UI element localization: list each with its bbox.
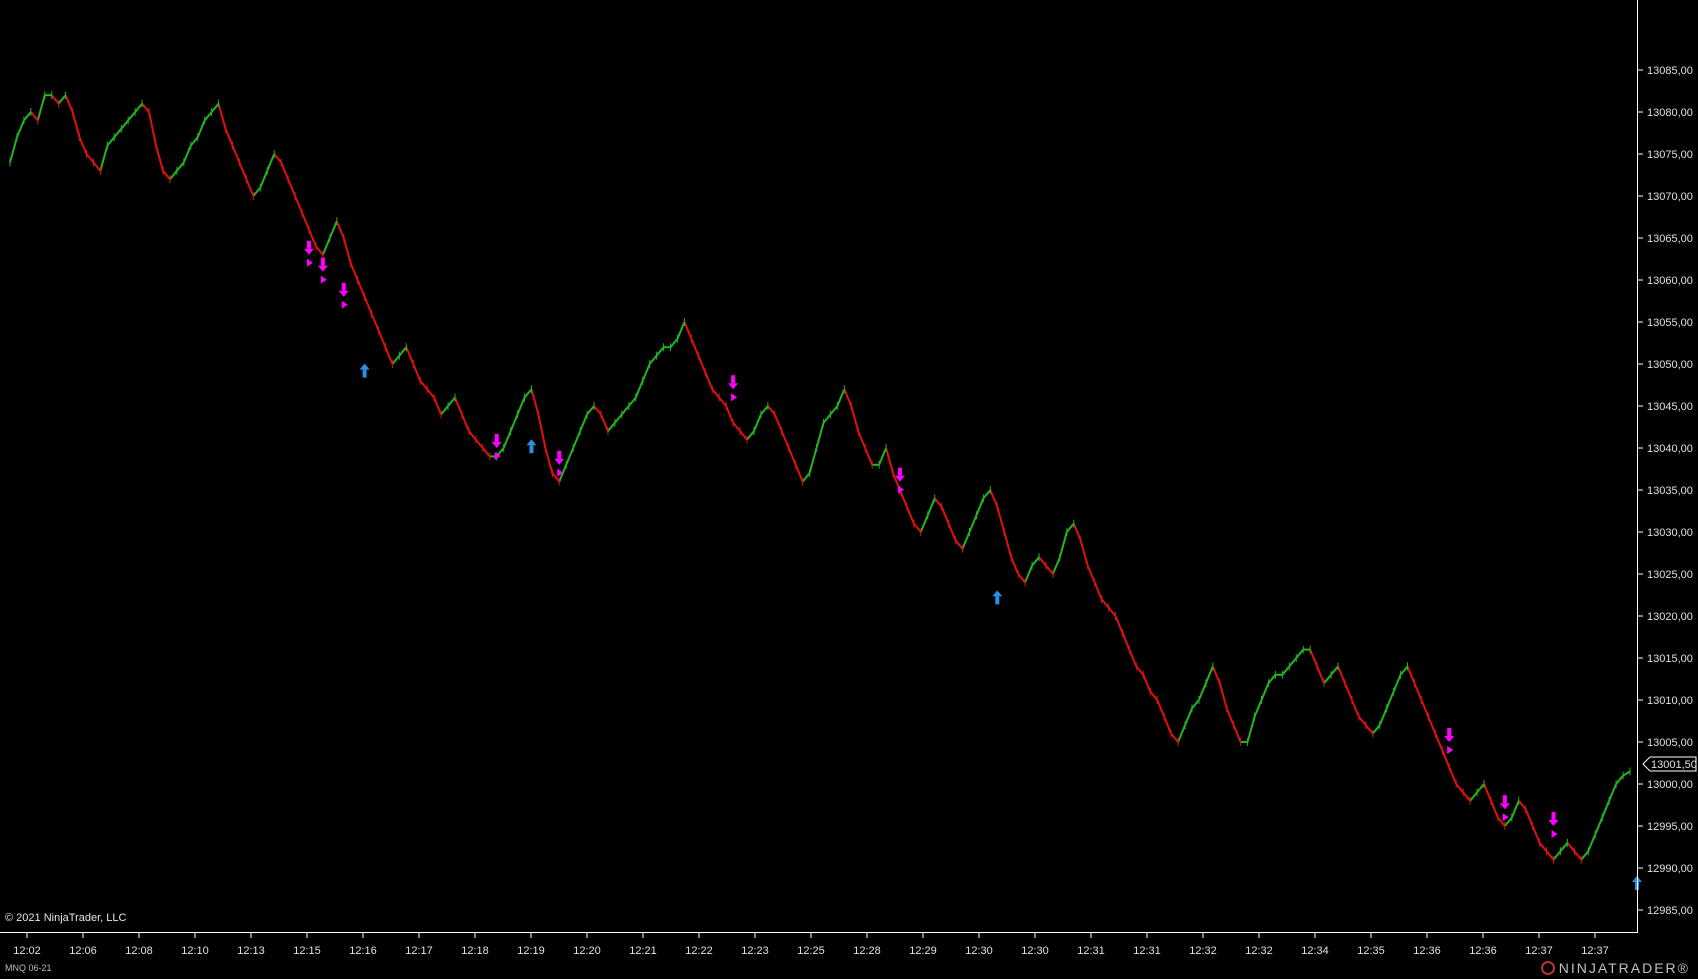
x-tick-label: 12:15 bbox=[293, 945, 321, 957]
x-tick-label: 12:22 bbox=[685, 945, 713, 957]
x-tick-label: 12:20 bbox=[573, 945, 601, 957]
instrument-label: MNQ 06-21 bbox=[5, 963, 52, 973]
y-tick-label: 13065,00 bbox=[1647, 233, 1693, 245]
x-tick-label: 12:30 bbox=[1021, 945, 1049, 957]
x-tick-label: 12:02 bbox=[13, 945, 41, 957]
price-chart[interactable]: 12985,00 12990,00 12995,00 13000,00 13005,00… bbox=[0, 0, 1698, 979]
x-tick-label: 12:37 bbox=[1581, 945, 1609, 957]
x-tick-label: 12:17 bbox=[405, 945, 433, 957]
y-tick-label: 13015,00 bbox=[1647, 653, 1693, 665]
copyright-text: © 2021 NinjaTrader, LLC bbox=[5, 912, 127, 924]
y-tick-label: 13035,00 bbox=[1647, 485, 1693, 497]
x-tick-label: 12:36 bbox=[1469, 945, 1497, 957]
ninjatrader-logo-icon bbox=[1540, 961, 1555, 975]
x-tick-label: 12:31 bbox=[1133, 945, 1161, 957]
y-tick-label: 13055,00 bbox=[1647, 317, 1693, 329]
y-tick-label: 13040,00 bbox=[1647, 443, 1693, 455]
x-tick-label: 12:23 bbox=[741, 945, 769, 957]
x-tick-label: 12:30 bbox=[965, 945, 993, 957]
brand-logo: NINJATRADER® bbox=[1540, 960, 1690, 976]
y-tick-label: 13010,00 bbox=[1647, 695, 1693, 707]
x-tick-label: 12:16 bbox=[349, 945, 377, 957]
x-tick-label: 12:13 bbox=[237, 945, 265, 957]
x-tick-label: 12:21 bbox=[629, 945, 657, 957]
x-tick-label: 12:28 bbox=[853, 945, 881, 957]
y-tick-label: 13030,00 bbox=[1647, 527, 1693, 539]
brand-text: NINJATRADER® bbox=[1558, 960, 1690, 976]
y-tick-label: 13005,00 bbox=[1647, 737, 1693, 749]
y-tick-label: 12995,00 bbox=[1647, 821, 1693, 833]
x-tick-label: 12:36 bbox=[1413, 945, 1441, 957]
y-tick-label: 13080,00 bbox=[1647, 107, 1693, 119]
x-tick-label: 12:34 bbox=[1301, 945, 1329, 957]
x-tick-label: 12:29 bbox=[909, 945, 937, 957]
y-tick-label: 13075,00 bbox=[1647, 149, 1693, 161]
x-tick-label: 12:31 bbox=[1077, 945, 1105, 957]
x-tick-label: 12:37 bbox=[1525, 945, 1553, 957]
x-tick-label: 12:32 bbox=[1245, 945, 1273, 957]
x-tick-label: 12:10 bbox=[181, 945, 209, 957]
x-tick-label: 12:32 bbox=[1189, 945, 1217, 957]
y-tick-label: 13025,00 bbox=[1647, 569, 1693, 581]
x-tick-label: 12:08 bbox=[125, 945, 153, 957]
chart-background bbox=[0, 0, 1698, 979]
last-price-label: 13001,50 bbox=[1651, 759, 1697, 771]
x-tick-label: 12:35 bbox=[1357, 945, 1385, 957]
y-tick-label: 12985,00 bbox=[1647, 905, 1693, 917]
y-tick-label: 13045,00 bbox=[1647, 401, 1693, 413]
x-tick-label: 12:19 bbox=[517, 945, 545, 957]
y-tick-label: 13070,00 bbox=[1647, 191, 1693, 203]
y-tick-label: 13085,00 bbox=[1647, 65, 1693, 77]
last-price-tag: 13001,50 bbox=[1642, 756, 1697, 772]
y-tick-label: 13050,00 bbox=[1647, 359, 1693, 371]
y-tick-label: 13020,00 bbox=[1647, 611, 1693, 623]
x-tick-label: 12:18 bbox=[461, 945, 489, 957]
y-tick-label: 12990,00 bbox=[1647, 863, 1693, 875]
y-tick-label: 13060,00 bbox=[1647, 275, 1693, 287]
x-tick-label: 12:06 bbox=[69, 945, 97, 957]
y-tick-label: 13000,00 bbox=[1647, 779, 1693, 791]
x-tick-label: 12:25 bbox=[797, 945, 825, 957]
